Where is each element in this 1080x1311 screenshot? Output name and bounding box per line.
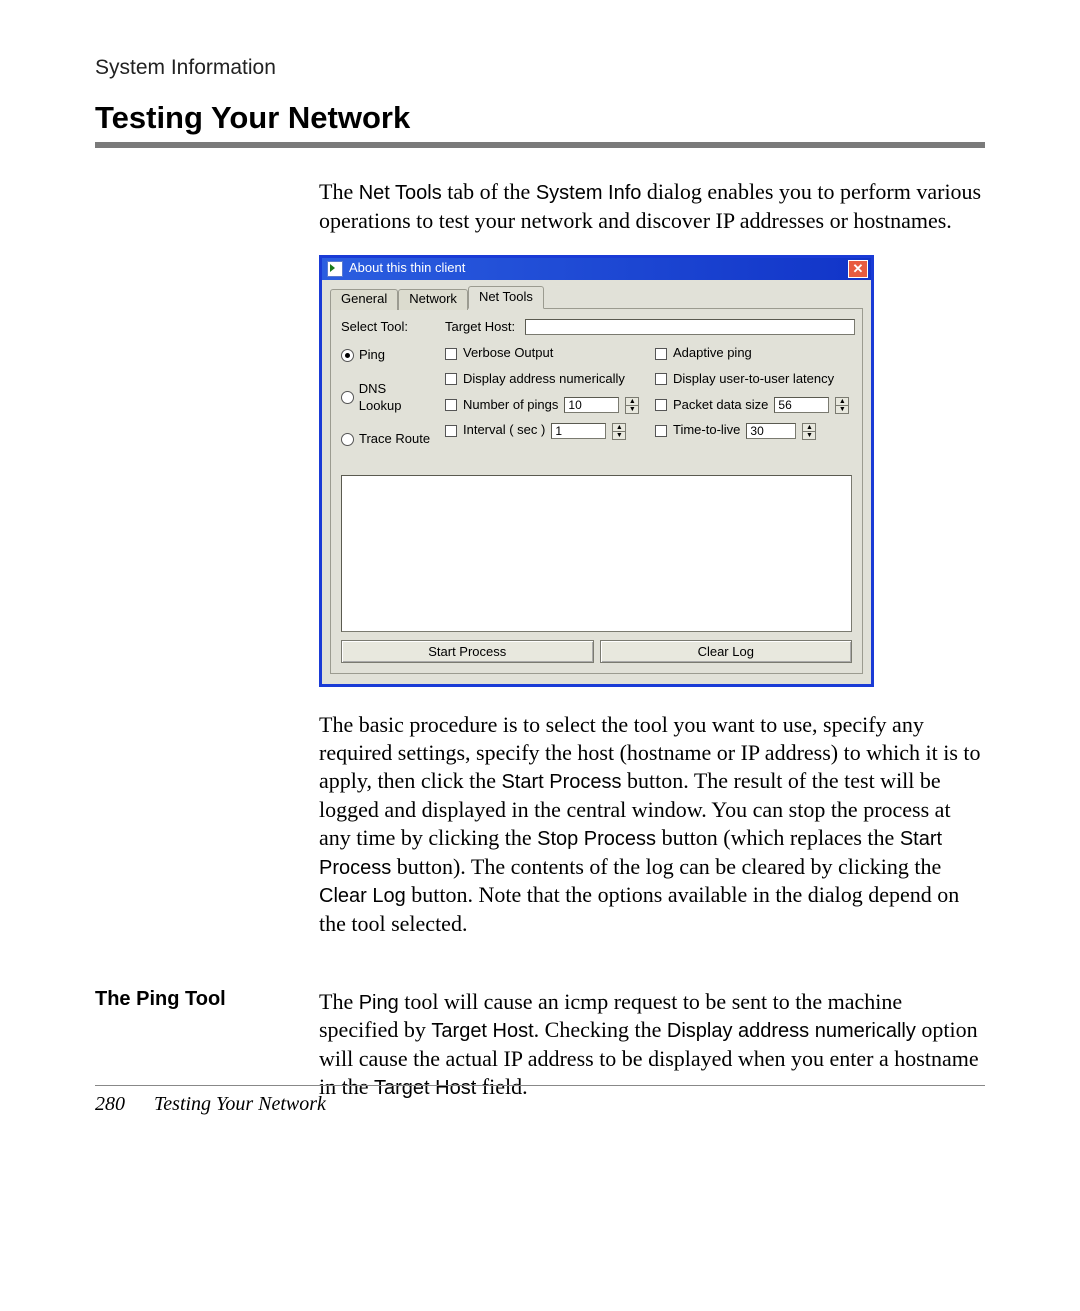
adaptive-label: Adaptive ping — [673, 345, 752, 362]
procedure-paragraph: The basic procedure is to select the too… — [319, 711, 985, 938]
numeric-label: Display address numerically — [463, 371, 625, 388]
checkbox-count[interactable] — [445, 399, 457, 411]
radio-dns-label: DNS Lookup — [359, 381, 431, 414]
radio-ping-label: Ping — [359, 347, 385, 364]
count-label: Number of pings — [463, 397, 558, 414]
radio-trace-label: Trace Route — [359, 431, 430, 448]
interval-spinner[interactable]: ▲▼ — [612, 423, 626, 439]
size-spinner[interactable]: ▲▼ — [835, 397, 849, 413]
nettools-panel: Select Tool: Ping DNS Lookup — [330, 308, 863, 674]
checkbox-ttl[interactable] — [655, 425, 667, 437]
latency-label: Display user-to-user latency — [673, 371, 834, 388]
count-input[interactable] — [564, 397, 619, 413]
breadcrumb: System Information — [95, 56, 985, 80]
ttl-input[interactable] — [746, 423, 796, 439]
page-footer: 280 Testing Your Network — [95, 1093, 326, 1116]
output-log[interactable] — [341, 475, 852, 632]
checkbox-interval[interactable] — [445, 425, 457, 437]
radio-icon — [341, 433, 354, 446]
radio-icon — [341, 391, 354, 404]
target-host-label: Target Host: — [445, 319, 515, 336]
ttl-spinner[interactable]: ▲▼ — [802, 423, 816, 439]
count-spinner[interactable]: ▲▼ — [625, 397, 639, 413]
ttl-label: Time-to-live — [673, 422, 740, 439]
tab-strip: General Network Net Tools — [330, 286, 863, 308]
dialog-title: About this thin client — [349, 260, 848, 277]
app-icon — [327, 261, 343, 277]
interval-label: Interval ( sec ) — [463, 422, 545, 439]
page-heading: Testing Your Network — [95, 100, 985, 136]
size-input[interactable] — [774, 397, 829, 413]
footer-rule — [95, 1085, 985, 1086]
select-tool-label: Select Tool: — [341, 319, 431, 336]
intro-paragraph: The Net Tools tab of the System Info dia… — [319, 178, 985, 235]
interval-input[interactable] — [551, 423, 606, 439]
target-host-input[interactable] — [525, 319, 855, 335]
radio-trace[interactable]: Trace Route — [341, 431, 431, 448]
heading-rule — [95, 142, 985, 148]
verbose-label: Verbose Output — [463, 345, 553, 362]
radio-icon — [341, 349, 354, 362]
checkbox-numeric[interactable] — [445, 373, 457, 385]
checkbox-size[interactable] — [655, 399, 667, 411]
radio-dns[interactable]: DNS Lookup — [341, 381, 431, 414]
tab-general[interactable]: General — [330, 289, 398, 310]
section-ping-tool-label: The Ping Tool — [95, 988, 295, 1011]
tab-nettools[interactable]: Net Tools — [468, 286, 544, 309]
size-label: Packet data size — [673, 397, 768, 414]
footer-title: Testing Your Network — [154, 1093, 326, 1115]
dialog-titlebar: About this thin client ✕ — [322, 258, 871, 280]
tab-network[interactable]: Network — [398, 289, 468, 310]
page-number: 280 — [95, 1093, 125, 1115]
checkbox-adaptive[interactable] — [655, 348, 667, 360]
radio-ping[interactable]: Ping — [341, 347, 431, 364]
about-dialog: About this thin client ✕ General Network… — [319, 255, 874, 687]
close-icon[interactable]: ✕ — [848, 260, 868, 278]
checkbox-latency[interactable] — [655, 373, 667, 385]
checkbox-verbose[interactable] — [445, 348, 457, 360]
clear-log-button[interactable]: Clear Log — [600, 640, 853, 663]
start-process-button[interactable]: Start Process — [341, 640, 594, 663]
